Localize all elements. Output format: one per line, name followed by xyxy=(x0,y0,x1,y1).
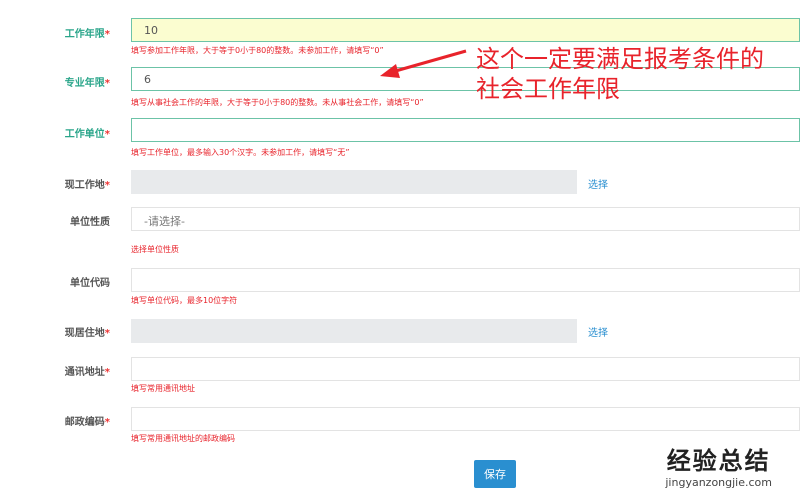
employer-type-select[interactable]: -请选择- xyxy=(131,207,800,231)
employer-hint: 填写工作单位，最多输入30个汉字。未参加工作，请填写“无” xyxy=(131,148,350,157)
work-years-input[interactable]: 10 xyxy=(131,18,800,42)
label-mailing-address: 通讯地址* xyxy=(64,367,110,378)
postcode-input[interactable] xyxy=(131,407,800,431)
employer-type-hint: 选择单位性质 xyxy=(131,245,179,254)
employer-input[interactable] xyxy=(131,118,800,142)
label-professional-years: 专业年限* xyxy=(64,78,110,89)
label-work-location: 现工作地* xyxy=(64,180,110,191)
mailing-address-input[interactable] xyxy=(131,357,800,381)
label-postcode: 邮政编码* xyxy=(64,417,110,428)
work-location-pick-link[interactable]: 选择 xyxy=(588,176,608,191)
label-work-years: 工作年限* xyxy=(64,29,110,40)
label-employer-type: 单位性质 xyxy=(70,217,110,228)
label-employer-code: 单位代码 xyxy=(70,278,110,289)
watermark: 经验总结 jingyanzongjie.com xyxy=(665,447,772,489)
employer-code-input[interactable] xyxy=(131,268,800,292)
label-employer: 工作单位* xyxy=(64,129,110,140)
save-button[interactable]: 保存 xyxy=(474,460,516,488)
postcode-hint: 填写常用通讯地址的邮政编码 xyxy=(131,434,235,443)
residence-input[interactable] xyxy=(131,319,577,343)
work-years-hint: 填写参加工作年限，大于等于0小于80的整数。未参加工作，请填写“0” xyxy=(131,46,384,55)
work-location-input[interactable] xyxy=(131,170,577,194)
annotation-text: 这个一定要满足报考条件的 社会工作年限 xyxy=(476,45,764,103)
mailing-address-hint: 填写常用通讯地址 xyxy=(131,384,195,393)
professional-years-hint: 填写从事社会工作的年限，大于等于0小于80的整数。未从事社会工作，请填写“0” xyxy=(131,98,424,107)
annotation-arrow-icon xyxy=(380,49,467,78)
employer-code-hint: 填写单位代码，最多10位字符 xyxy=(131,296,238,305)
residence-pick-link[interactable]: 选择 xyxy=(588,324,608,339)
label-residence: 现居住地* xyxy=(64,328,110,339)
